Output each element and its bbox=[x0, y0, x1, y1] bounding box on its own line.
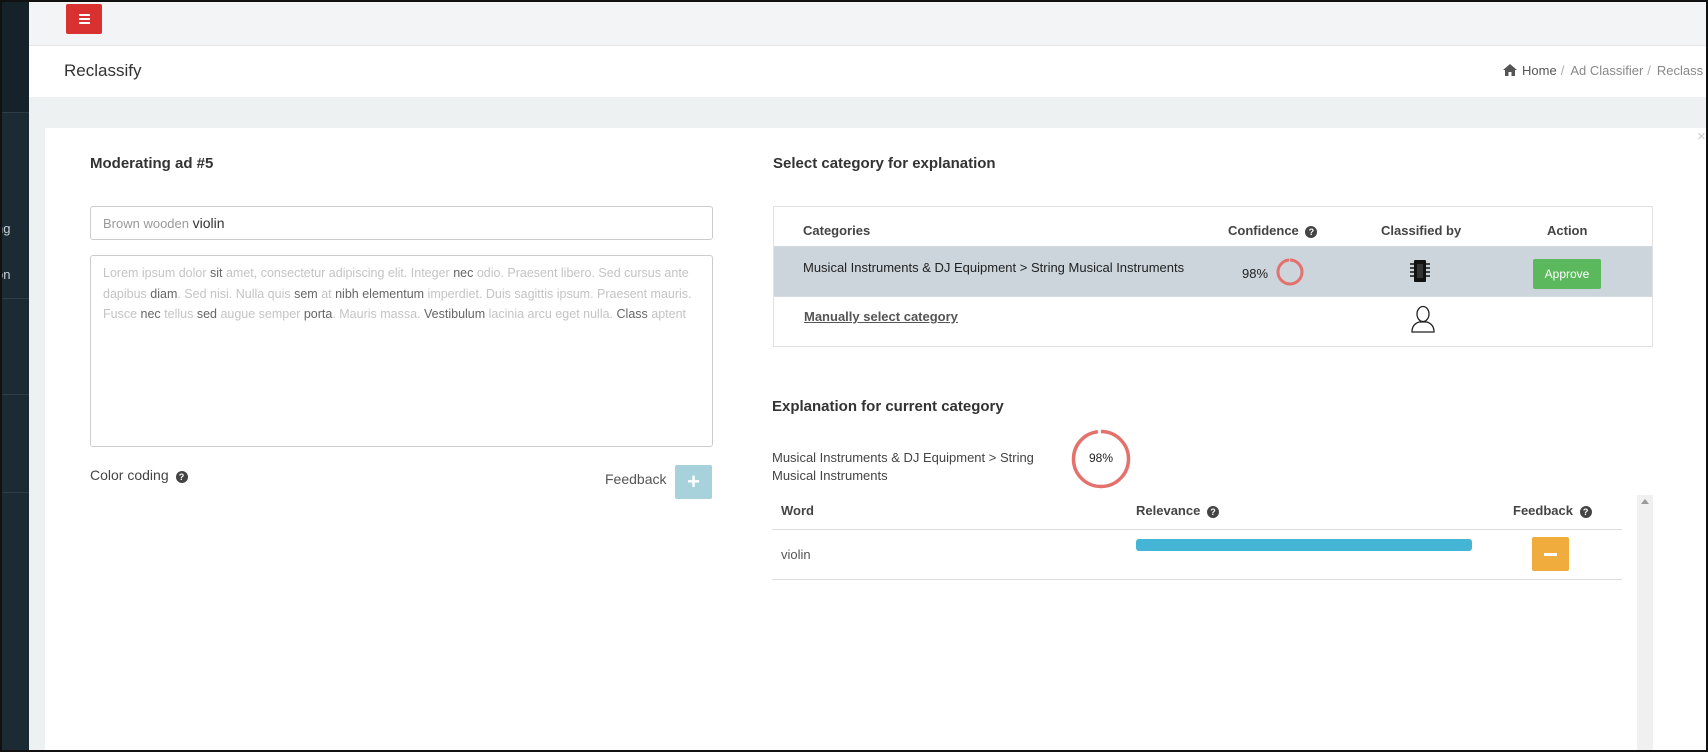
relevance-track bbox=[1136, 539, 1472, 551]
add-feedback-button[interactable]: + bbox=[675, 465, 712, 499]
highlighted-word: elementum bbox=[362, 286, 425, 301]
feedback-label: Feedback bbox=[605, 471, 667, 487]
col-header-feedback: Feedback ? bbox=[1513, 503, 1592, 518]
breadcrumb-separator: / bbox=[1647, 63, 1651, 78]
user-icon bbox=[1410, 305, 1436, 338]
category-table: Categories Confidence ? Classified by Ac… bbox=[773, 206, 1653, 347]
current-confidence-value: 98% bbox=[1088, 451, 1114, 465]
description-text: amet, consectetur adipiscing elit. Integ… bbox=[222, 266, 454, 280]
category-name: Musical Instruments & DJ Equipment > Str… bbox=[803, 260, 1185, 275]
category-row-selected[interactable]: Musical Instruments & DJ Equipment > Str… bbox=[774, 246, 1652, 297]
sidebar-item-partial-2-label: on bbox=[2, 267, 11, 282]
chip-icon bbox=[1409, 258, 1431, 289]
highlighted-word: porta bbox=[303, 307, 333, 321]
close-icon[interactable]: × bbox=[1697, 128, 1706, 145]
menu-toggle-button[interactable] bbox=[66, 4, 102, 34]
col-header-confidence-label: Confidence bbox=[1228, 223, 1299, 238]
highlighted-word: nec bbox=[140, 307, 161, 321]
app-frame: ng on Reclassify Home/Ad Classifier/Recl… bbox=[0, 0, 1708, 752]
col-header-feedback-label: Feedback bbox=[1513, 503, 1573, 518]
top-bar bbox=[29, 2, 1706, 46]
highlighted-word: nec bbox=[453, 266, 474, 280]
col-header-confidence: Confidence ? bbox=[1228, 223, 1318, 238]
scroll-up-arrow-icon[interactable] bbox=[1641, 499, 1649, 504]
breadcrumb: Home / Ad Classifier / Reclass bbox=[1503, 63, 1703, 79]
highlighted-word: sem bbox=[294, 286, 318, 301]
ad-description-textarea[interactable]: Lorem ipsum dolor sit amet, consectetur … bbox=[90, 255, 713, 447]
description-text: lacinia arcu eget nulla. bbox=[485, 307, 617, 321]
help-icon[interactable]: ? bbox=[1206, 506, 1219, 518]
relevance-bar bbox=[1136, 539, 1472, 551]
left-sidebar: ng on bbox=[2, 2, 29, 750]
select-category-heading: Select category for explanation bbox=[773, 155, 996, 172]
page-header: Reclassify Home / Ad Classifier / Reclass bbox=[29, 46, 1706, 97]
highlighted-word: nibh bbox=[335, 286, 359, 301]
description-text: . Mauris massa. bbox=[332, 307, 425, 321]
word-cell: violin bbox=[781, 547, 811, 562]
highlighted-word: Class bbox=[616, 307, 648, 321]
table-divider bbox=[772, 579, 1622, 580]
home-icon bbox=[1503, 64, 1517, 79]
help-icon[interactable]: ? bbox=[175, 471, 188, 483]
description-text: aptent bbox=[647, 307, 687, 321]
manually-select-category-link[interactable]: Manually select category bbox=[804, 309, 958, 324]
description-text: . Sed nisi. Nulla quis bbox=[177, 286, 295, 301]
table-divider bbox=[772, 529, 1622, 530]
breadcrumb-current: Reclass bbox=[1656, 63, 1704, 78]
breadcrumb-home[interactable]: Home bbox=[1522, 63, 1557, 78]
current-category-text: Musical Instruments & DJ Equipment > Str… bbox=[772, 450, 1034, 483]
sidebar-item-partial-1[interactable]: ng bbox=[2, 221, 29, 236]
ad-title-text: Brown wooden bbox=[103, 216, 189, 231]
sidebar-item-partial-2[interactable]: on bbox=[2, 267, 29, 282]
ad-title-input[interactable]: Brown wooden violin bbox=[90, 206, 713, 240]
highlighted-word: diam bbox=[150, 286, 178, 301]
scrollbar[interactable] bbox=[1637, 495, 1653, 750]
remove-word-feedback-button[interactable] bbox=[1532, 537, 1569, 571]
color-coding-label: Color coding ? bbox=[90, 467, 188, 483]
col-header-categories: Categories bbox=[803, 223, 871, 238]
sidebar-divider bbox=[2, 112, 29, 113]
moderating-heading: Moderating ad #5 bbox=[90, 155, 214, 172]
sidebar-divider bbox=[2, 492, 29, 493]
highlighted-word: sed bbox=[196, 307, 217, 321]
description-text: augue semper bbox=[216, 307, 304, 321]
highlighted-word: Vestibulum bbox=[424, 307, 486, 321]
confidence-ring-icon bbox=[1275, 257, 1305, 292]
help-icon[interactable]: ? bbox=[1579, 506, 1592, 518]
sidebar-item-partial-1-label: ng bbox=[2, 221, 11, 236]
explanation-heading: Explanation for current category bbox=[772, 398, 1004, 415]
sidebar-divider bbox=[2, 394, 29, 395]
highlighted-word: sit bbox=[210, 266, 223, 280]
description-text: Lorem ipsum dolor bbox=[103, 266, 210, 280]
breadcrumb-ad-classifier[interactable]: Ad Classifier bbox=[1570, 63, 1643, 78]
help-icon[interactable]: ? bbox=[1305, 226, 1318, 238]
ad-title-highlight: violin bbox=[192, 215, 225, 231]
breadcrumb-separator: / bbox=[1560, 63, 1565, 78]
col-header-relevance: Relevance ? bbox=[1136, 503, 1219, 518]
col-header-action: Action bbox=[1547, 223, 1588, 238]
current-confidence-gauge: 98% bbox=[1070, 428, 1132, 490]
col-header-classified-by: Classified by bbox=[1381, 223, 1462, 238]
confidence-value: 98% bbox=[1242, 266, 1269, 281]
page-title: Reclassify bbox=[64, 61, 142, 80]
sidebar-top-block bbox=[2, 2, 29, 112]
approve-button[interactable]: Approve bbox=[1533, 259, 1601, 289]
sidebar-divider bbox=[2, 298, 29, 299]
col-header-relevance-label: Relevance bbox=[1136, 503, 1201, 518]
color-coding-text: Color coding bbox=[90, 467, 169, 483]
col-header-word: Word bbox=[781, 503, 814, 518]
description-text: tellus bbox=[160, 307, 197, 321]
description-text: at bbox=[317, 286, 336, 301]
